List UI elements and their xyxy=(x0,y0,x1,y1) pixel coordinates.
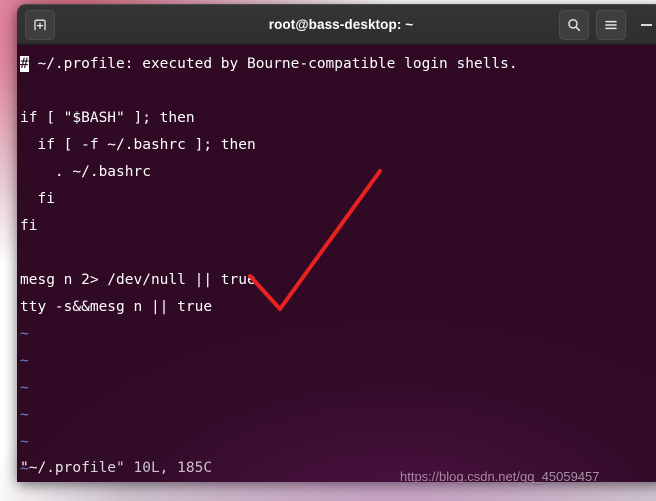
vim-line: tty -s&&mesg n || true xyxy=(20,299,213,315)
watermark-text: https://blog.csdn.net/qq_45059457 xyxy=(400,469,600,484)
desktop-background: root@bass-desktop: ~ # ~/.profile: execu… xyxy=(0,0,656,501)
vim-text-buffer: # ~/.profile: executed by Bourne-compati… xyxy=(17,51,656,482)
search-icon xyxy=(566,17,582,33)
vim-empty-line-marker: ~ xyxy=(20,380,29,396)
minimize-button[interactable] xyxy=(633,11,656,39)
new-tab-button[interactable] xyxy=(25,9,55,40)
search-button[interactable] xyxy=(559,9,589,40)
vim-line xyxy=(20,240,656,267)
title-bar: root@bass-desktop: ~ xyxy=(17,4,656,45)
vim-line: mesg n 2> /dev/null || true xyxy=(20,272,256,288)
vim-empty-line-marker: ~ xyxy=(20,407,29,423)
vim-cursor: # xyxy=(20,56,29,72)
vim-empty-line-marker: ~ xyxy=(20,326,29,342)
vim-line: if [ -f ~/.bashrc ]; then xyxy=(20,137,256,153)
hamburger-menu-icon xyxy=(603,17,619,33)
vim-line: if [ "$BASH" ]; then xyxy=(20,110,195,126)
minimize-icon xyxy=(640,23,652,26)
menu-button[interactable] xyxy=(596,9,626,40)
wallpaper-dot xyxy=(11,213,14,216)
new-tab-icon xyxy=(32,17,48,33)
vim-status-line: "~/.profile" 10L, 185C xyxy=(20,460,213,476)
vim-line: . ~/.bashrc xyxy=(20,164,151,180)
vim-empty-line-marker: ~ xyxy=(20,434,29,450)
vim-line: # ~/.profile: executed by Bourne-compati… xyxy=(20,56,518,72)
vim-empty-line-marker: ~ xyxy=(20,353,29,369)
terminal-window: root@bass-desktop: ~ # ~/.profile: execu… xyxy=(17,4,656,482)
vim-line: fi xyxy=(20,191,55,207)
vim-line: fi xyxy=(20,218,38,234)
title-bar-actions xyxy=(559,9,656,40)
vim-line xyxy=(20,78,656,105)
terminal-content-area[interactable]: # ~/.profile: executed by Bourne-compati… xyxy=(17,45,656,482)
